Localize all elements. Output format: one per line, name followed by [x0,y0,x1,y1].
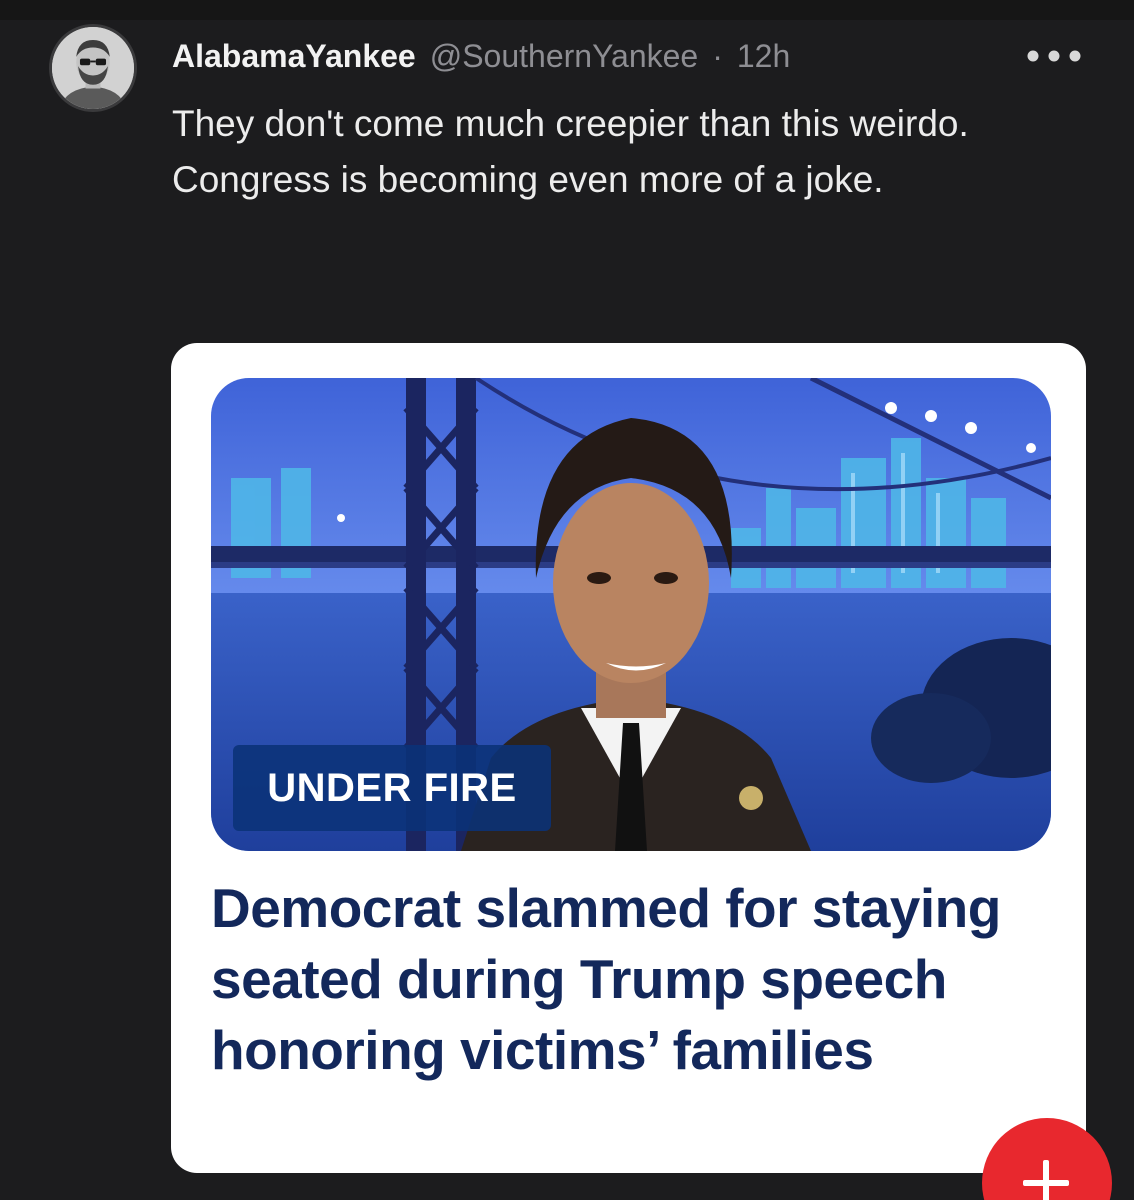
author-display-name[interactable]: AlabamaYankee [172,38,416,75]
plus-icon-vertical [1043,1160,1049,1200]
more-horizontal-icon [1027,50,1081,62]
chyron-label: UNDER FIRE [233,745,551,831]
post-timestamp: 12h [736,37,791,74]
avatar[interactable] [49,24,137,112]
news-thumbnail: UNDER FIRE [211,378,1051,851]
top-bar [0,0,1134,20]
header-separator: · [712,37,723,74]
post-header: AlabamaYankee @SouthernYankee · 12h [172,34,790,78]
link-preview-card[interactable]: UNDER FIRE Democrat slammed for staying … [171,343,1086,1173]
news-headline[interactable]: Democrat slammed for staying seated duri… [211,873,1041,1086]
more-options-button[interactable] [1022,40,1086,72]
feed-screen: AlabamaYankee @SouthernYankee · 12h They… [0,0,1134,1200]
post-body-text: They don't come much creepier than this … [172,103,969,200]
author-handle[interactable]: @SouthernYankee [430,38,699,75]
